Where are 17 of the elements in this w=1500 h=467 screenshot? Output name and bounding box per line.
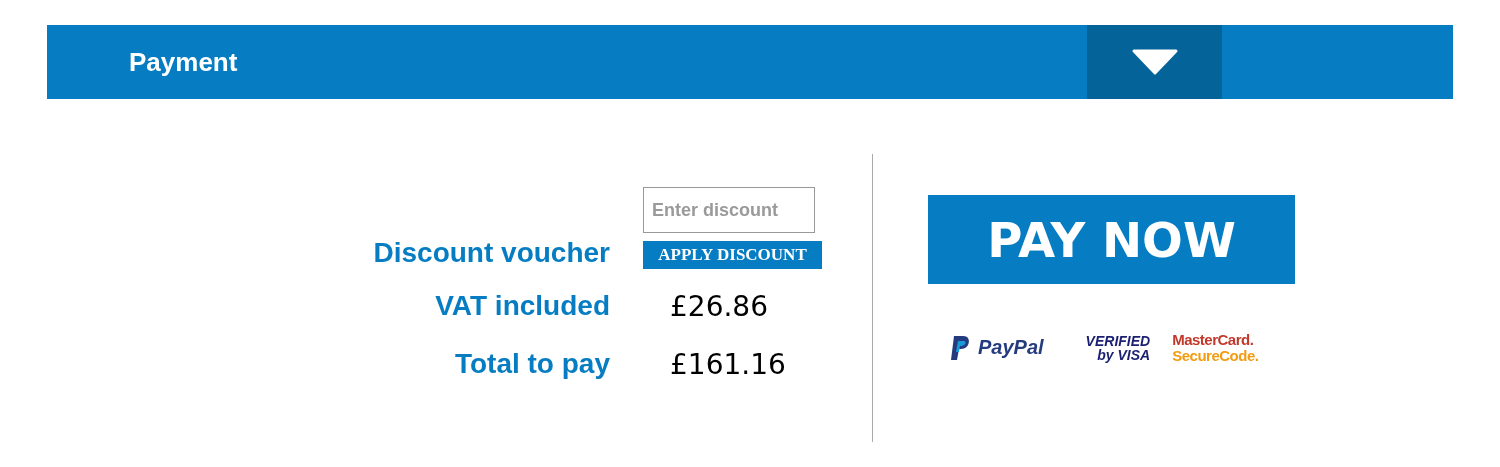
visa-logo-text: by VISA xyxy=(1097,347,1151,362)
collapse-toggle[interactable] xyxy=(1087,25,1222,99)
summary-label: Total to pay xyxy=(453,348,610,380)
summary-value: £161.16 xyxy=(670,347,786,381)
apply-discount-button[interactable]: APPLY DISCOUNT xyxy=(643,241,822,269)
discount-field[interactable]: Enter discount xyxy=(643,187,815,233)
summary-label: VAT included xyxy=(434,290,610,322)
summary-value: £26.86 xyxy=(670,289,768,323)
section-title: Payment xyxy=(129,46,239,78)
paypal-p-icon xyxy=(950,335,970,360)
caret-icon xyxy=(1131,49,1178,75)
visa-logo-text: VERIFIED xyxy=(1085,333,1151,348)
mastercard-logo-text: SecureCode. xyxy=(1172,347,1259,364)
paypal-logo-text: PayPal xyxy=(978,336,1044,360)
pay-now-button[interactable]: PAY NOW xyxy=(928,195,1295,284)
mastercard-logo-text: MasterCard. xyxy=(1172,332,1255,348)
discount-label: Discount voucher xyxy=(372,237,610,269)
